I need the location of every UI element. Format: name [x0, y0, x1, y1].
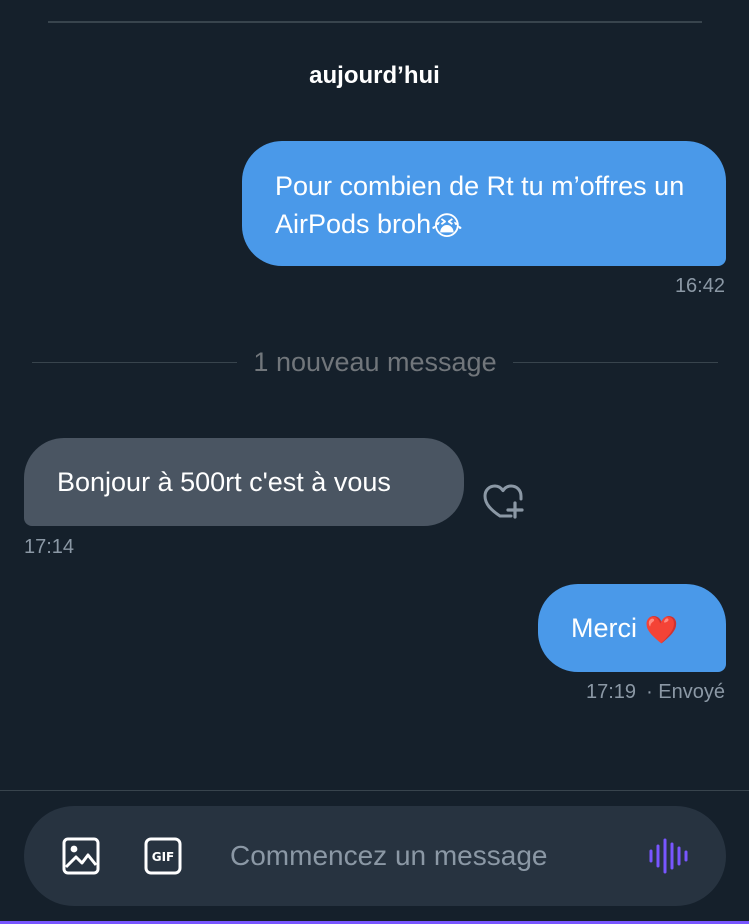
- message-timestamp: 17:19: [586, 681, 637, 703]
- message-input[interactable]: Commencez un message: [230, 836, 610, 876]
- message-timestamp: 17:14: [24, 536, 75, 558]
- loudly-crying-emoji: 😭: [431, 211, 463, 242]
- separator-line: [32, 361, 238, 363]
- red-heart-emoji: ❤️: [644, 615, 679, 646]
- new-messages-label: 1 nouveau message: [253, 346, 497, 377]
- message-text: Merci: [571, 613, 637, 643]
- date-separator-label: aujourd’hui: [309, 62, 440, 89]
- message-bubble-received[interactable]: Bonjour à 500rt c'est à vous: [24, 438, 464, 526]
- new-messages-separator: 1 nouveau message: [32, 344, 719, 380]
- message-composer: GIF Commencez un message: [24, 806, 726, 906]
- gif-icon[interactable]: GIF: [143, 836, 183, 876]
- separator-line: [512, 361, 719, 363]
- add-reaction-heart-icon[interactable]: [481, 482, 527, 522]
- message-status: · Envoyé: [646, 681, 725, 703]
- message-text: Bonjour à 500rt c'est à vous: [57, 467, 391, 497]
- voice-message-icon[interactable]: [648, 836, 690, 876]
- svg-text:GIF: GIF: [152, 850, 175, 864]
- composer-divider: [0, 790, 749, 791]
- message-bubble-sent[interactable]: Pour combien de Rt tu m’offres un AirPod…: [242, 141, 726, 266]
- message-timestamp-status: 17:19 · Envoyé: [586, 681, 725, 704]
- message-bubble-sent[interactable]: Merci ❤️: [538, 584, 726, 672]
- message-timestamp: 16:42: [674, 275, 725, 297]
- top-divider: [48, 21, 702, 23]
- message-text: Pour combien de Rt tu m’offres un AirPod…: [275, 171, 685, 239]
- image-icon[interactable]: [61, 836, 101, 876]
